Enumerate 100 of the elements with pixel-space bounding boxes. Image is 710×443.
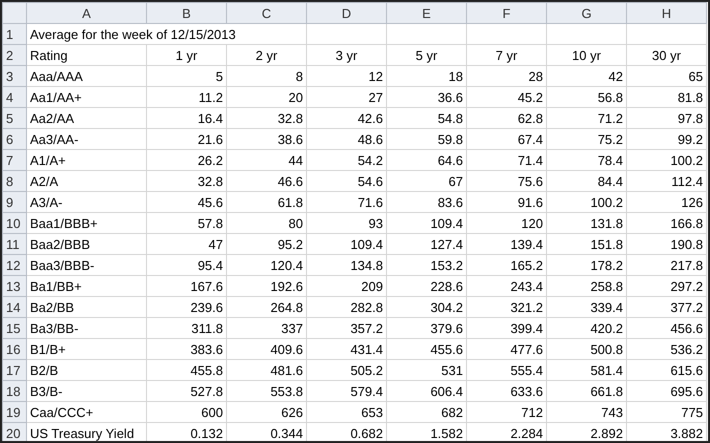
table-cell: 30 yr [626,44,706,66]
row-header[interactable]: 1 [2,24,26,44]
table-cell: 54.8 [386,108,466,128]
table-cell: 167.6 [146,276,226,296]
table-cell: 456.6 [626,318,706,338]
table-cell: Baa3/BBB- [26,254,146,276]
row-header[interactable]: 20 [2,422,26,441]
row-header[interactable]: 15 [2,318,26,338]
table-cell: 84.4 [546,170,626,192]
table-cell: 81.8 [626,86,706,108]
column-header[interactable]: D [306,2,386,24]
table-cell: Ba1/BB+ [26,276,146,296]
table-cell: 527.8 [146,380,226,402]
column-header[interactable]: A [26,2,146,24]
table-cell: 2 yr [226,44,306,66]
table-cell: 59.8 [386,128,466,150]
table-cell: 5 [146,66,226,86]
table-cell: 399.4 [466,318,546,338]
table-cell: 579.4 [306,380,386,402]
table-cell: 100.2 [626,150,706,170]
table-cell: 46.6 [226,170,306,192]
table-cell: 42 [546,66,626,86]
table-cell: 178.2 [546,254,626,276]
table-cell: 32.8 [146,170,226,192]
column-header[interactable]: F [466,2,546,24]
table-cell: 682 [386,402,466,422]
table-cell: 606.4 [386,380,466,402]
table-cell: 65 [626,66,706,86]
table-cell: 153.2 [386,254,466,276]
table-cell: 455.6 [386,338,466,360]
row-header[interactable]: 9 [2,192,26,212]
table-cell: 695.6 [626,380,706,402]
table-cell: 126 [626,192,706,212]
table-cell: 505.2 [306,360,386,380]
table-cell: 228.6 [386,276,466,296]
table-cell: 75.2 [546,128,626,150]
table-cell: 311.8 [146,318,226,338]
row-header[interactable]: 19 [2,402,26,422]
row-header[interactable]: 6 [2,128,26,150]
table-cell: 71.4 [466,150,546,170]
table-cell: Caa/CCC+ [26,402,146,422]
column-header[interactable]: E [386,2,466,24]
row-header[interactable]: 5 [2,108,26,128]
table-cell: 743 [546,402,626,422]
table-cell: Ba2/BB [26,296,146,318]
table-cell: 357.2 [306,318,386,338]
table-cell: 377.2 [626,296,706,318]
table-cell: 67.4 [466,128,546,150]
row-header[interactable]: 7 [2,150,26,170]
table-cell: 56.8 [546,86,626,108]
row-header[interactable]: 4 [2,86,26,108]
row-header[interactable]: 3 [2,66,26,86]
table-cell: 379.6 [386,318,466,338]
table-cell: Average for the week of 12/15/2013 [26,24,306,44]
table-cell: 109.4 [306,234,386,254]
table-cell: 304.2 [386,296,466,318]
row-header[interactable]: 2 [2,44,26,66]
column-header[interactable]: H [626,2,706,24]
row-header[interactable]: 12 [2,254,26,276]
table-cell: 54.6 [306,170,386,192]
table-cell: Baa2/BBB [26,234,146,254]
table-cell: 192.6 [226,276,306,296]
table-cell: 5 yr [386,44,466,66]
table-cell: 99.2 [626,128,706,150]
table-cell: 339.4 [546,296,626,318]
table-cell: 661.8 [546,380,626,402]
row-header[interactable]: 11 [2,234,26,254]
table-cell: 47 [146,234,226,254]
table-cell: 633.6 [466,380,546,402]
column-header[interactable]: G [546,2,626,24]
table-cell: 131.8 [546,212,626,234]
table-cell: A3/A- [26,192,146,212]
table-cell: A1/A+ [26,150,146,170]
table-cell: Ba3/BB- [26,318,146,338]
row-header[interactable]: 18 [2,380,26,402]
row-header[interactable]: 10 [2,212,26,234]
table-cell: 75.6 [466,170,546,192]
table-cell: 217.8 [626,254,706,276]
table-cell: 166.8 [626,212,706,234]
row-header[interactable]: 16 [2,338,26,360]
table-cell: 97.8 [626,108,706,128]
table-cell: 420.2 [546,318,626,338]
row-header[interactable]: 14 [2,296,26,318]
column-header[interactable]: B [146,2,226,24]
table-cell: 120 [466,212,546,234]
table-cell: 1 yr [146,44,226,66]
column-header[interactable]: C [226,2,306,24]
table-cell: 95.2 [226,234,306,254]
table-cell: B2/B [26,360,146,380]
row-header[interactable]: 13 [2,276,26,296]
table-cell: 190.8 [626,234,706,254]
table-cell: 337 [226,318,306,338]
row-header[interactable]: 17 [2,360,26,380]
table-cell: 209 [306,276,386,296]
table-cell: 553.8 [226,380,306,402]
table-cell: 120.4 [226,254,306,276]
table-cell: 109.4 [386,212,466,234]
row-header[interactable]: 8 [2,170,26,192]
table-cell: 264.8 [226,296,306,318]
table-cell: B1/B+ [26,338,146,360]
